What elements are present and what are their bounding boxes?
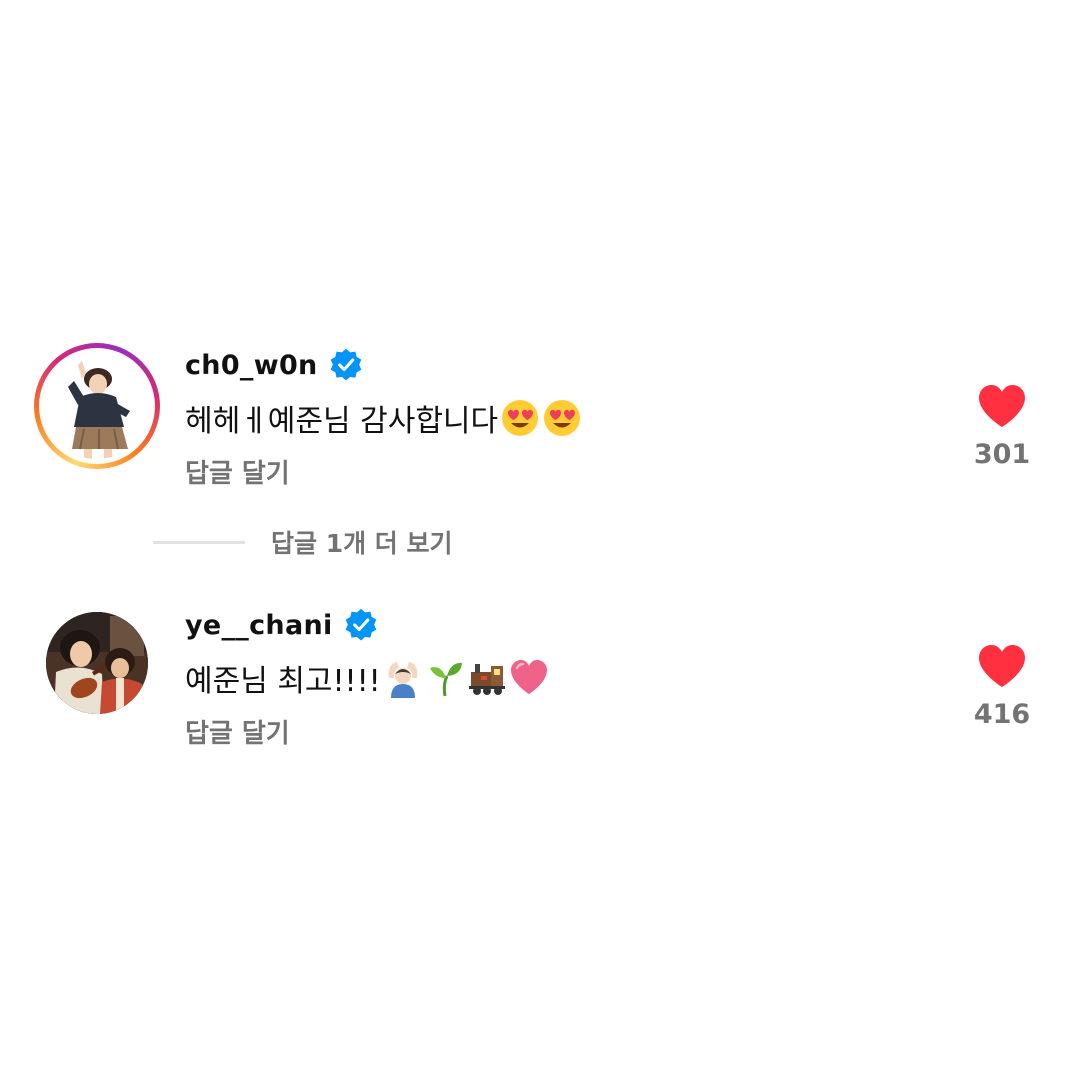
comment-header: ch0_w0n <box>185 345 364 385</box>
verified-badge-icon <box>330 348 361 381</box>
cartoon-boy-avatar-icon <box>44 353 150 459</box>
comment-header: ye__chani <box>185 605 379 645</box>
heart-icon[interactable] <box>977 383 1027 429</box>
locomotive-emoji-icon <box>468 664 505 695</box>
seedling-emoji-icon <box>429 662 462 697</box>
like-count: 416 <box>973 699 1031 730</box>
heart-eyes-emoji-icon <box>544 400 581 436</box>
anime-scene-avatar-icon[interactable] <box>46 612 148 714</box>
username-link[interactable]: ch0_w0n <box>185 350 318 381</box>
like-control: 416 <box>970 643 1034 730</box>
comment-body: 예준님 최고!!!! <box>185 664 381 699</box>
comment-body: 헤헤ㅔ예준님 감사합니다 <box>185 404 499 439</box>
view-more-replies[interactable]: 답글 1개 더 보기 <box>153 522 453 562</box>
person-gesturing-ok-emoji-icon <box>388 662 417 698</box>
comment-text: 헤헤ㅔ예준님 감사합니다 <box>185 395 582 441</box>
thread-divider <box>153 540 245 544</box>
comment-text: 예준님 최고!!!! <box>185 655 549 701</box>
verified-badge-icon <box>345 608 376 641</box>
view-more-replies-label[interactable]: 답글 1개 더 보기 <box>271 524 453 560</box>
pink-heart-emoji-icon <box>510 660 547 694</box>
like-count: 301 <box>973 439 1031 470</box>
reply-button[interactable]: 답글 달기 <box>185 453 290 490</box>
story-ring-avatar[interactable] <box>34 343 160 469</box>
heart-icon[interactable] <box>977 643 1027 689</box>
reply-button[interactable]: 답글 달기 <box>185 713 290 750</box>
like-control: 301 <box>970 383 1034 470</box>
username-link[interactable]: ye__chani <box>185 610 333 641</box>
heart-eyes-emoji-icon <box>502 400 539 436</box>
